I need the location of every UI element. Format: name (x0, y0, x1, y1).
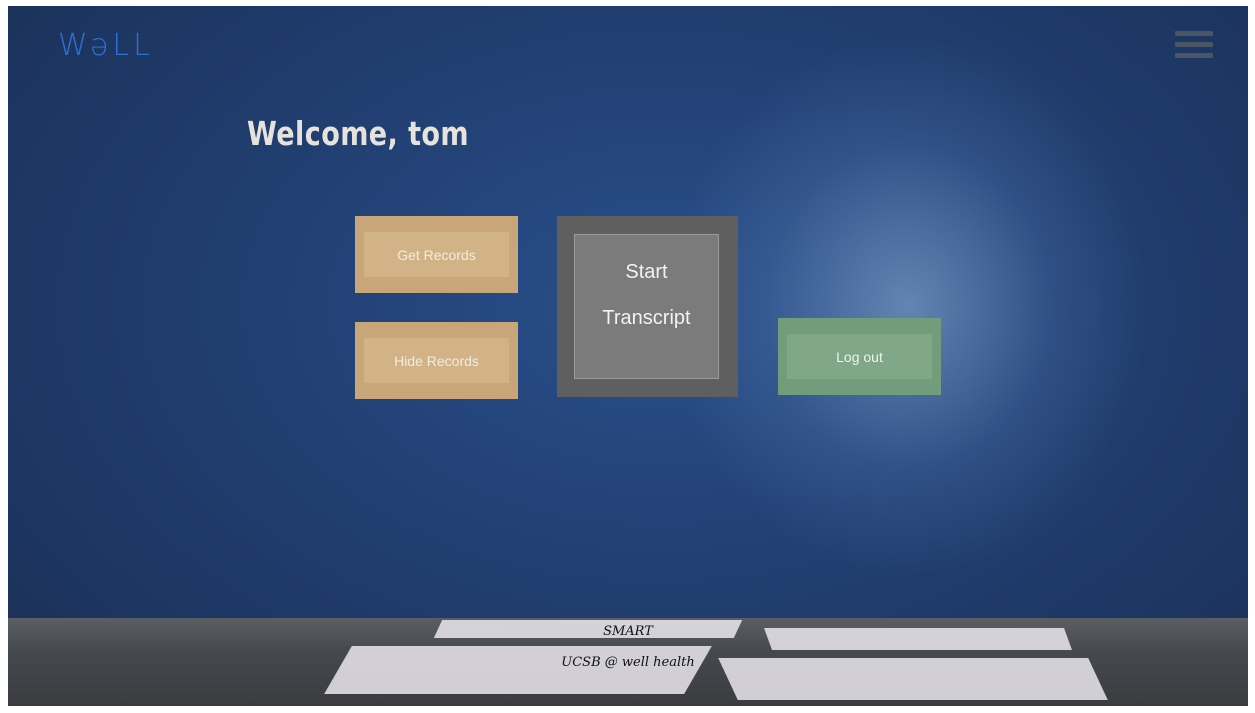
start-transcript-line1: Start (625, 261, 668, 283)
footer-ucsb: UCSB @ well health (561, 655, 695, 670)
footer-smart: SMART (603, 624, 653, 639)
hide-records-label: Hide Records (364, 338, 509, 383)
floor-footer: SMART UCSB @ well health (8, 618, 1248, 706)
start-transcript-line2: Transcript (602, 307, 691, 329)
start-transcript-label: Start Transcript (574, 234, 719, 379)
floor-light-patch (324, 646, 712, 694)
hide-records-button[interactable]: Hide Records (355, 322, 518, 399)
app-frame: WəLL Welcome, tom Get Records Hide Recor… (8, 6, 1248, 706)
menu-bar (1175, 53, 1213, 58)
well-logo[interactable]: WəLL (58, 28, 154, 63)
start-transcript-button[interactable]: Start Transcript (557, 216, 738, 397)
hamburger-menu-icon[interactable] (1175, 31, 1213, 63)
get-records-button[interactable]: Get Records (355, 216, 518, 293)
log-out-label: Log out (787, 334, 932, 379)
get-records-label: Get Records (364, 232, 509, 277)
menu-bar (1175, 42, 1213, 47)
menu-bar (1175, 31, 1213, 36)
log-out-button[interactable]: Log out (778, 318, 941, 395)
welcome-heading: Welcome, tom (247, 114, 470, 153)
